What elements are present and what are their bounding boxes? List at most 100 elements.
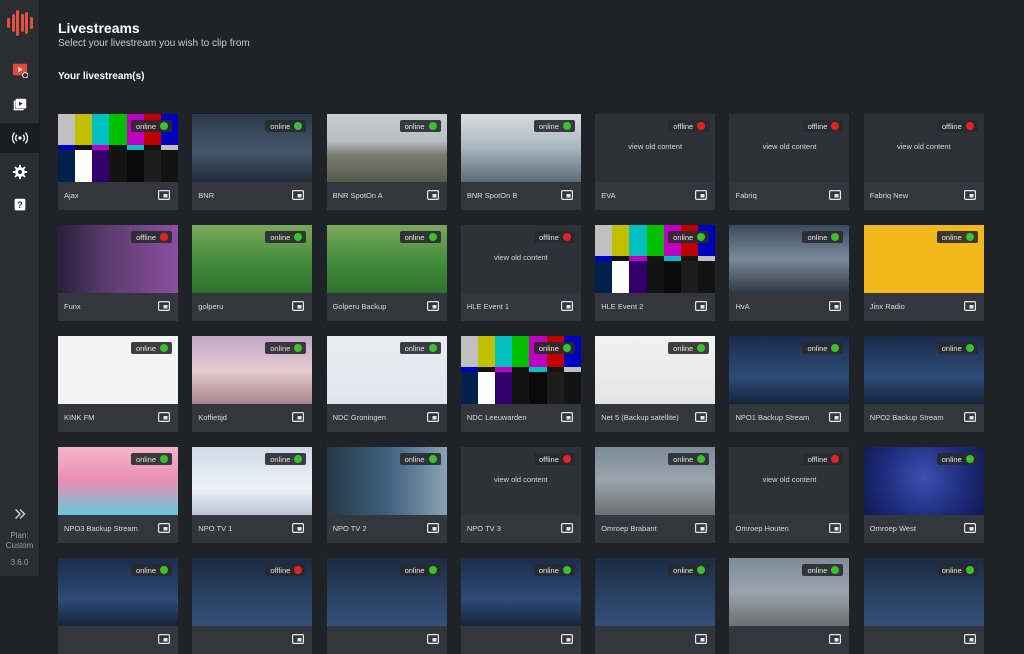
stream-card[interactable]: online golperu <box>192 225 313 321</box>
open-clip-icon[interactable] <box>963 190 976 200</box>
stream-thumbnail[interactable]: view old content offline <box>460 447 581 515</box>
broadcast-icon[interactable] <box>0 123 39 153</box>
stream-card[interactable]: online NPO3 Backup Stream <box>58 447 178 543</box>
open-clip-icon[interactable] <box>963 634 976 644</box>
stream-card[interactable]: view old content offline EVA <box>595 114 716 210</box>
stream-thumbnail[interactable]: offline <box>192 558 313 626</box>
stream-thumbnail[interactable]: online <box>326 558 447 626</box>
stream-thumbnail[interactable]: online <box>863 225 984 293</box>
open-clip-icon[interactable] <box>560 301 573 311</box>
stream-thumbnail[interactable]: online <box>729 225 850 293</box>
stream-card[interactable]: online NDC Leeuwarden <box>460 336 581 432</box>
stream-card[interactable]: online Net 5 (Backup satellite) <box>595 336 716 432</box>
stream-thumbnail[interactable]: online <box>863 447 984 515</box>
view-old-content-link[interactable]: view old content <box>461 253 581 262</box>
open-clip-icon[interactable] <box>426 301 439 311</box>
stream-thumbnail[interactable]: offline <box>58 225 178 293</box>
open-clip-icon[interactable] <box>963 301 976 311</box>
help-icon[interactable]: ? <box>0 190 39 220</box>
stream-thumbnail[interactable]: online <box>58 558 178 626</box>
stream-thumbnail[interactable]: online <box>58 114 178 182</box>
stream-card[interactable]: view old content offline Omroep Houten <box>729 447 850 543</box>
open-clip-icon[interactable] <box>829 634 842 644</box>
stream-card[interactable]: online BNR SpotOn B <box>460 114 581 210</box>
open-clip-icon[interactable] <box>695 301 708 311</box>
open-clip-icon[interactable] <box>292 190 305 200</box>
stream-thumbnail[interactable]: view old content offline <box>595 114 716 182</box>
stream-card[interactable]: online Omroep West <box>863 447 984 543</box>
open-clip-icon[interactable] <box>292 523 305 533</box>
view-old-content-link[interactable]: view old content <box>461 475 581 484</box>
stream-card[interactable]: online Ajax <box>58 114 178 210</box>
stream-thumbnail[interactable]: view old content offline <box>729 447 850 515</box>
stream-thumbnail[interactable]: online <box>192 225 313 293</box>
view-old-content-link[interactable]: view old content <box>864 142 984 151</box>
stream-card[interactable]: view old content offline Fabriq New <box>863 114 984 210</box>
open-clip-icon[interactable] <box>426 190 439 200</box>
stream-card[interactable]: online <box>58 558 178 654</box>
stream-card[interactable]: online <box>863 558 984 654</box>
stream-thumbnail[interactable]: online <box>595 558 716 626</box>
stream-thumbnail[interactable]: online <box>58 447 178 515</box>
open-clip-icon[interactable] <box>426 523 439 533</box>
stream-card[interactable]: offline <box>192 558 313 654</box>
stream-card[interactable]: view old content offline NPO TV 3 <box>460 447 581 543</box>
stream-thumbnail[interactable]: online <box>326 225 447 293</box>
open-clip-icon[interactable] <box>292 412 305 422</box>
open-clip-icon[interactable] <box>560 412 573 422</box>
stream-thumbnail[interactable]: online <box>863 336 984 404</box>
stream-thumbnail[interactable]: online <box>729 336 850 404</box>
open-clip-icon[interactable] <box>829 412 842 422</box>
open-clip-icon[interactable] <box>963 523 976 533</box>
open-clip-icon[interactable] <box>158 412 170 422</box>
stream-card[interactable]: online NPO2 Backup Stream <box>863 336 984 432</box>
open-clip-icon[interactable] <box>426 634 439 644</box>
stream-thumbnail[interactable]: online <box>460 336 581 404</box>
stream-card[interactable]: online HvA <box>729 225 850 321</box>
stream-card[interactable]: online <box>460 558 581 654</box>
stream-card[interactable]: online <box>326 558 447 654</box>
stream-thumbnail[interactable]: online <box>192 447 313 515</box>
stream-card[interactable]: online Omroep Brabant <box>595 447 716 543</box>
view-old-content-link[interactable]: view old content <box>595 142 715 151</box>
open-clip-icon[interactable] <box>560 190 573 200</box>
stream-thumbnail[interactable]: view old content offline <box>729 114 850 182</box>
view-old-content-link[interactable]: view old content <box>729 475 849 484</box>
stream-card[interactable]: online NDC Groningen <box>326 336 447 432</box>
stream-card[interactable]: online BNR SpotOn A <box>326 114 447 210</box>
stream-thumbnail[interactable]: online <box>460 114 581 182</box>
gear-icon[interactable] <box>0 157 39 187</box>
stream-thumbnail[interactable]: view old content offline <box>863 114 984 182</box>
open-clip-icon[interactable] <box>292 301 305 311</box>
stream-card[interactable]: online NPO TV 1 <box>192 447 313 543</box>
open-clip-icon[interactable] <box>560 634 573 644</box>
stream-card[interactable]: online KINK FM <box>58 336 178 432</box>
open-clip-icon[interactable] <box>158 301 170 311</box>
open-clip-icon[interactable] <box>158 190 170 200</box>
stream-card[interactable]: view old content offline HLE Event 1 <box>460 225 581 321</box>
waveform-logo-icon[interactable] <box>7 10 33 36</box>
open-clip-icon[interactable] <box>292 634 305 644</box>
clip-play-icon[interactable] <box>0 55 39 85</box>
stream-card[interactable]: online Golperu Backup <box>326 225 447 321</box>
double-chevron-right-icon[interactable] <box>0 499 39 529</box>
stream-thumbnail[interactable]: online <box>326 114 447 182</box>
stream-thumbnail[interactable]: online <box>460 558 581 626</box>
open-clip-icon[interactable] <box>829 523 842 533</box>
open-clip-icon[interactable] <box>158 523 170 533</box>
open-clip-icon[interactable] <box>695 412 708 422</box>
view-old-content-link[interactable]: view old content <box>729 142 849 151</box>
stream-card[interactable]: online BNR <box>192 114 313 210</box>
open-clip-icon[interactable] <box>829 190 842 200</box>
stream-thumbnail[interactable]: online <box>326 336 447 404</box>
stream-thumbnail[interactable]: online <box>595 447 716 515</box>
stream-card[interactable]: online Koffietijd <box>192 336 313 432</box>
stream-thumbnail[interactable]: online <box>326 447 447 515</box>
stream-card[interactable]: online <box>595 558 716 654</box>
video-library-icon[interactable] <box>0 90 39 120</box>
stream-thumbnail[interactable]: view old content offline <box>460 225 581 293</box>
stream-thumbnail[interactable]: online <box>595 225 716 293</box>
stream-card[interactable]: offline Funx <box>58 225 178 321</box>
stream-thumbnail[interactable]: online <box>192 114 313 182</box>
stream-card[interactable]: online Jinx Radio <box>863 225 984 321</box>
